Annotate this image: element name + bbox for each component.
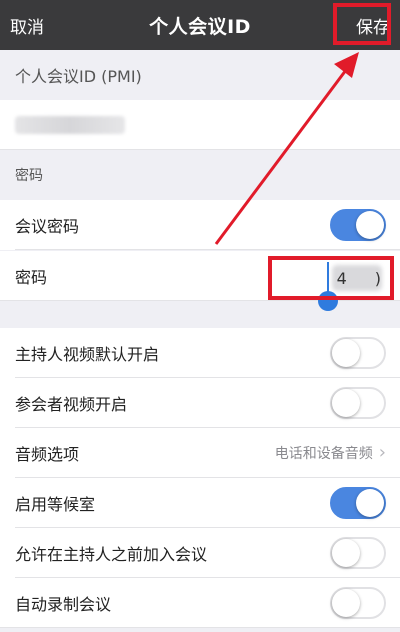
toggle-knob [332,339,360,367]
meeting-password-toggle[interactable] [330,209,386,241]
toggle-knob [356,211,384,239]
waiting-room-label: 启用等候室 [15,495,96,514]
cancel-button[interactable]: 取消 [10,0,44,50]
password-visible-char: 4 [336,268,347,288]
waiting-room-row: 启用等候室 [0,478,400,528]
participant-video-label: 参会者视频开启 [15,395,128,414]
join-before-host-label: 允许在主持人之前加入会议 [15,545,208,564]
toggle-knob [332,589,360,617]
chevron-right-icon: › [378,442,386,463]
audio-options-value: 电话和设备音频 [274,446,373,462]
host-video-row: 主持人视频默认开启 [0,328,400,378]
save-button[interactable]: 保存 [356,0,390,50]
meeting-password-row: 会议密码 [0,200,400,250]
participant-video-row: 参会者视频开启 [0,378,400,428]
pmi-value-redacted [15,116,125,134]
text-caret [327,262,329,292]
auto-record-label: 自动录制会议 [15,595,112,614]
toggle-knob [356,489,384,517]
audio-options-row[interactable]: 音频选项 电话和设备音频 › [0,428,400,478]
toggle-knob [332,539,360,567]
waiting-room-toggle[interactable] [330,487,386,519]
caret-handle[interactable] [318,291,338,311]
join-before-host-row: 允许在主持人之前加入会议 [0,528,400,578]
nav-bar: 取消 个人会议ID 保存 [0,0,400,50]
meeting-password-label: 会议密码 [15,217,80,236]
pmi-value-row [0,100,400,150]
password-section-header: 密码 [0,150,400,200]
toggle-knob [332,389,360,417]
page-title: 个人会议ID [149,15,251,38]
pmi-section-header: 个人会议ID (PMI) [0,50,400,100]
audio-options-label: 音频选项 [15,445,80,464]
auto-record-row: 自动录制会议 [0,578,400,628]
password-tail-char: ) [374,268,381,288]
join-before-host-toggle[interactable] [330,537,386,569]
participant-video-toggle[interactable] [330,387,386,419]
host-video-toggle[interactable] [330,337,386,369]
auto-record-toggle[interactable] [330,587,386,619]
password-input[interactable]: 4 ) [274,261,387,295]
host-video-label: 主持人视频默认开启 [15,345,160,364]
